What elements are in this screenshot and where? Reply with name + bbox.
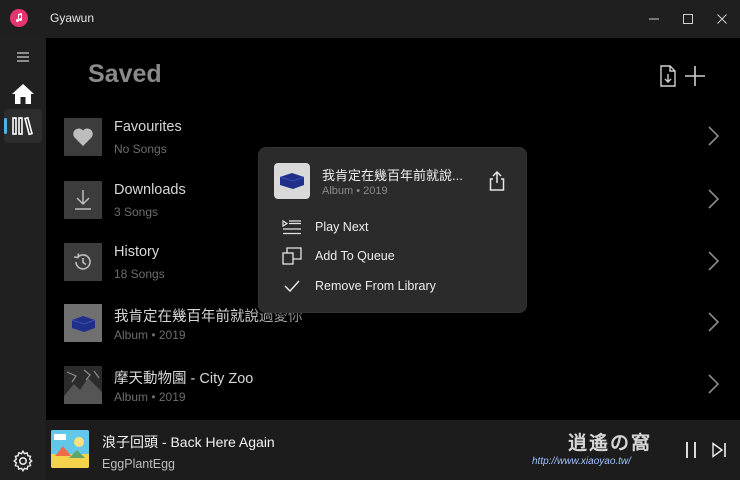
site-watermark: 逍遙の窩 http://www.xiaoyao.tw/ — [532, 428, 682, 472]
list-item-album[interactable]: 摩天動物園 - City Zoo Album • 2019 — [46, 366, 740, 428]
list-item-album[interactable]: 我肯定在幾百年前就說過愛你 Album • 2019 — [46, 304, 740, 366]
album-cover-image — [64, 304, 102, 342]
list-item-title: Favourites — [114, 119, 182, 135]
menu-icon — [17, 52, 29, 62]
check-icon — [281, 276, 303, 296]
menu-item-add-to-queue[interactable]: Add To Queue — [281, 243, 511, 269]
chevron-right-icon — [708, 374, 720, 394]
list-item-subtitle: 3 Songs — [114, 205, 159, 219]
close-button[interactable] — [705, 0, 739, 38]
add-button[interactable] — [683, 64, 707, 88]
settings-button[interactable] — [4, 444, 42, 478]
navigation-rail — [0, 38, 46, 480]
library-icon — [12, 116, 33, 136]
album-cover-art — [279, 173, 305, 189]
import-button[interactable] — [656, 64, 680, 88]
nav-library[interactable] — [4, 109, 42, 143]
history-thumb — [64, 243, 102, 281]
menu-item-remove-from-library[interactable]: Remove From Library — [281, 273, 511, 299]
maximize-icon — [683, 14, 693, 24]
menu-item-label: Play Next — [315, 220, 369, 234]
chevron-right-icon — [708, 251, 720, 271]
chevron-right-icon — [708, 312, 720, 332]
add-icon — [685, 66, 705, 86]
minimize-icon — [649, 18, 659, 20]
active-indicator — [4, 118, 7, 134]
context-subtitle: Album • 2019 — [322, 185, 388, 197]
downloads-thumb — [64, 181, 102, 219]
home-icon — [12, 84, 34, 104]
list-item-subtitle: 18 Songs — [114, 267, 165, 281]
close-icon — [717, 14, 727, 24]
menu-item-label: Add To Queue — [315, 249, 395, 263]
now-playing-artist: EggPlantEgg — [102, 457, 175, 471]
pause-icon — [686, 442, 696, 458]
album-cover-art — [64, 366, 102, 404]
minimize-button[interactable] — [637, 0, 671, 38]
play-next-icon — [281, 217, 303, 237]
album-cover-art — [51, 430, 89, 468]
page-title: Saved — [88, 60, 162, 88]
now-playing-bar[interactable]: 浪子回頭 - Back Here Again EggPlantEgg 逍遙の窩 … — [46, 420, 740, 480]
menu-button[interactable] — [4, 40, 42, 74]
context-title: 我肯定在幾百年前就說... — [322, 168, 463, 183]
app-logo-icon — [10, 9, 28, 27]
gear-icon — [13, 449, 33, 472]
add-to-queue-icon — [281, 246, 303, 266]
pause-button[interactable] — [682, 440, 700, 460]
list-item-title: 摩天動物園 - City Zoo — [114, 371, 254, 387]
list-item-subtitle: No Songs — [114, 142, 167, 156]
share-icon[interactable] — [487, 171, 507, 191]
chevron-right-icon — [708, 189, 720, 209]
maximize-button[interactable] — [671, 0, 705, 38]
list-item-subtitle: Album • 2019 — [114, 328, 186, 342]
watermark-text: 逍遙の窩 — [568, 432, 653, 454]
heart-icon — [73, 128, 93, 146]
download-icon — [75, 190, 91, 210]
context-album-cover — [274, 163, 310, 199]
import-file-icon — [660, 65, 676, 87]
menu-item-play-next[interactable]: Play Next — [281, 214, 511, 240]
list-item-title: History — [114, 244, 160, 260]
history-icon — [73, 253, 91, 270]
now-playing-artwork — [51, 430, 89, 468]
list-item-title: Downloads — [114, 182, 186, 198]
favourites-thumb — [64, 118, 102, 156]
title-bar: Gyawun — [0, 0, 740, 38]
window-title: Gyawun — [50, 11, 95, 25]
skip-next-icon — [712, 442, 726, 458]
album-cover-art — [64, 304, 102, 342]
skip-next-button[interactable] — [710, 440, 728, 460]
chevron-right-icon — [708, 126, 720, 146]
album-cover-image — [64, 366, 102, 404]
context-menu: 我肯定在幾百年前就說... Album • 2019 Play Next Add… — [258, 147, 527, 313]
nav-home[interactable] — [4, 77, 42, 111]
watermark-url: http://www.xiaoyao.tw/ — [532, 456, 631, 467]
list-item-subtitle: Album • 2019 — [114, 390, 186, 404]
now-playing-title: 浪子回頭 - Back Here Again — [102, 434, 275, 450]
menu-item-label: Remove From Library — [315, 279, 436, 293]
